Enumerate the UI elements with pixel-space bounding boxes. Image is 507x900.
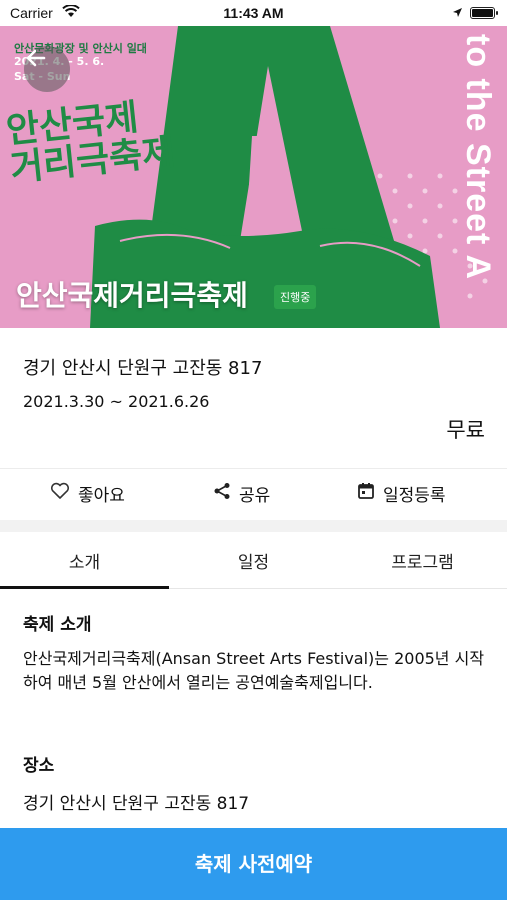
location-arrow-icon xyxy=(452,5,463,21)
tab-program[interactable]: 프로그램 xyxy=(338,548,507,573)
date-range: 2021.3.30 ~ 2021.6.26 xyxy=(23,392,210,411)
price-label: 무료 xyxy=(446,418,485,442)
share-icon xyxy=(213,482,239,505)
divider xyxy=(0,468,507,469)
clock: 11:43 AM xyxy=(223,5,284,21)
tab-intro[interactable]: 소개 xyxy=(0,548,169,573)
reserve-button[interactable]: 축제 사전예약 xyxy=(0,828,507,900)
place-address: 경기 안산시 단원구 고잔동 817 xyxy=(23,794,250,814)
back-button[interactable] xyxy=(24,46,70,92)
festival-title: 안산국제거리극축제 xyxy=(16,279,248,312)
heart-icon xyxy=(50,482,78,505)
like-button[interactable]: 좋아요 xyxy=(50,480,125,506)
add-schedule-label: 일정등록 xyxy=(383,485,446,506)
share-button[interactable]: 공유 xyxy=(213,480,270,506)
add-schedule-button[interactable]: 일정등록 xyxy=(357,480,446,506)
address-text: 경기 안산시 단원구 고잔동 817 xyxy=(23,358,263,379)
tab-schedule[interactable]: 일정 xyxy=(169,548,338,573)
like-label: 좋아요 xyxy=(78,485,125,506)
festival-poster: 안산문화광장 및 안산시 일대 2021. 4. - 5. 6. Sat - S… xyxy=(0,26,507,328)
status-badge: 진행중 xyxy=(274,285,317,309)
intro-description: 안산국제거리극축제(Ansan Street Arts Festival)는 2… xyxy=(23,649,485,692)
poster-logo: 안산국제 거리극축제 xyxy=(4,96,177,189)
share-label: 공유 xyxy=(239,485,271,506)
section-separator xyxy=(0,520,507,532)
place-heading: 장소 xyxy=(23,756,55,776)
poster-vertical-text: to the Street A xyxy=(459,34,497,281)
intro-heading: 축제 소개 xyxy=(23,615,92,635)
status-bar: Carrier 11:43 AM xyxy=(0,0,507,26)
tab-bar: 소개 일정 프로그램 xyxy=(0,532,507,589)
battery-icon xyxy=(470,7,498,19)
calendar-icon xyxy=(357,482,383,505)
active-tab-indicator xyxy=(0,586,169,589)
